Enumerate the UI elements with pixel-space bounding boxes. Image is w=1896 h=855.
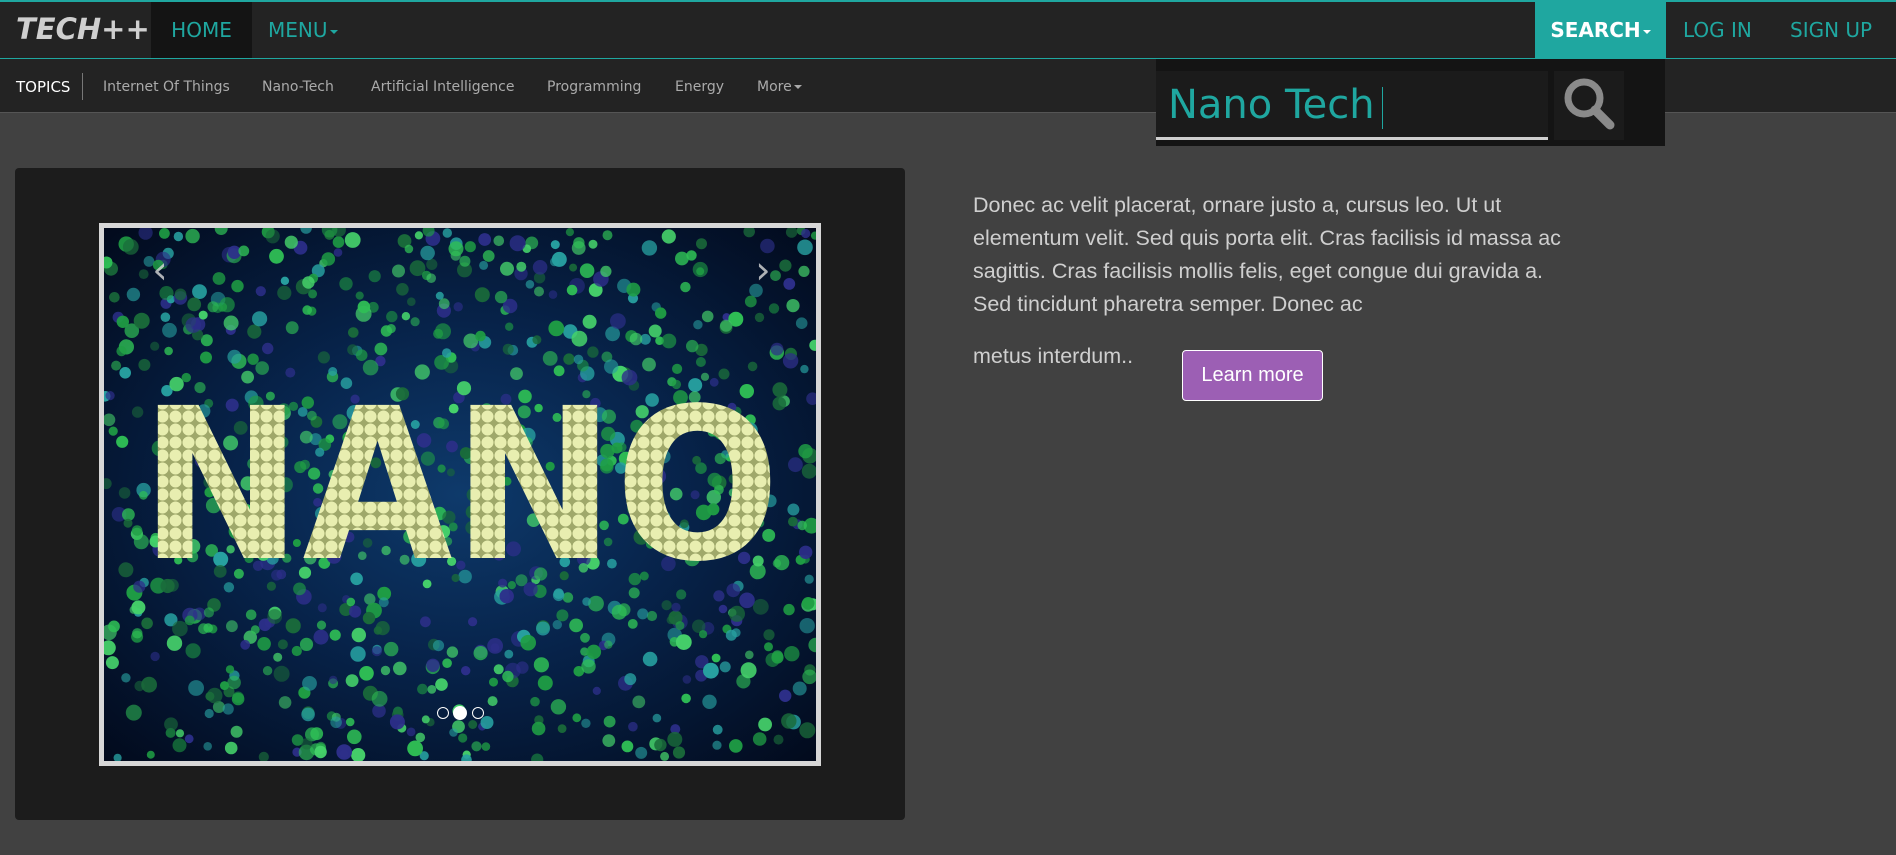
- carousel-dot[interactable]: [437, 707, 449, 719]
- learn-more-button[interactable]: Learn more: [1182, 350, 1323, 401]
- slide-nano-text: NANO: [140, 363, 780, 608]
- topic-more[interactable]: More: [757, 79, 802, 95]
- nav-signup[interactable]: SIGN UP: [1790, 2, 1872, 58]
- feature-description-tail: metus interdum..: [973, 344, 1134, 368]
- search-dropdown: [1156, 59, 1665, 146]
- search-button[interactable]: [1554, 71, 1624, 140]
- caret-down-icon: [1642, 29, 1651, 34]
- topic-artificial-intelligence[interactable]: Artificial Intelligence: [371, 79, 515, 95]
- top-navbar: TECH++ HOME MENU SEARCH LOG IN SIGN UP: [0, 0, 1896, 59]
- topic-nano-tech[interactable]: Nano-Tech: [262, 79, 334, 95]
- caret-down-icon: [793, 85, 802, 89]
- chevron-left-icon[interactable]: ‹: [145, 250, 175, 290]
- nav-search-label: SEARCH: [1550, 18, 1641, 42]
- brand-logo[interactable]: TECH++: [16, 12, 150, 46]
- nav-home[interactable]: HOME: [151, 2, 252, 58]
- topic-internet-of-things[interactable]: Internet Of Things: [103, 79, 230, 95]
- topic-more-label: More: [757, 79, 792, 95]
- nav-login[interactable]: LOG IN: [1683, 2, 1752, 58]
- text-cursor: [1382, 87, 1383, 129]
- topic-programming[interactable]: Programming: [547, 79, 641, 95]
- topic-energy[interactable]: Energy: [675, 79, 724, 95]
- topics-label: TOPICS: [16, 78, 71, 96]
- feature-description: Donec ac velit placerat, ornare justo a,…: [973, 193, 1561, 316]
- carousel-dot[interactable]: [472, 707, 484, 719]
- topics-divider: [82, 73, 83, 100]
- carousel-slide-image[interactable]: NANO: [99, 223, 821, 766]
- nav-search[interactable]: SEARCH: [1535, 2, 1666, 58]
- nav-menu-label: MENU: [268, 18, 328, 42]
- search-field: [1156, 71, 1548, 140]
- caret-down-icon: [329, 29, 338, 34]
- search-icon: [1564, 78, 1615, 130]
- nano-particles-image: NANO: [104, 228, 816, 761]
- nav-menu[interactable]: MENU: [268, 2, 338, 58]
- chevron-right-icon[interactable]: ›: [748, 250, 778, 290]
- carousel-dot-active[interactable]: [453, 706, 467, 720]
- search-input[interactable]: [1168, 79, 1538, 131]
